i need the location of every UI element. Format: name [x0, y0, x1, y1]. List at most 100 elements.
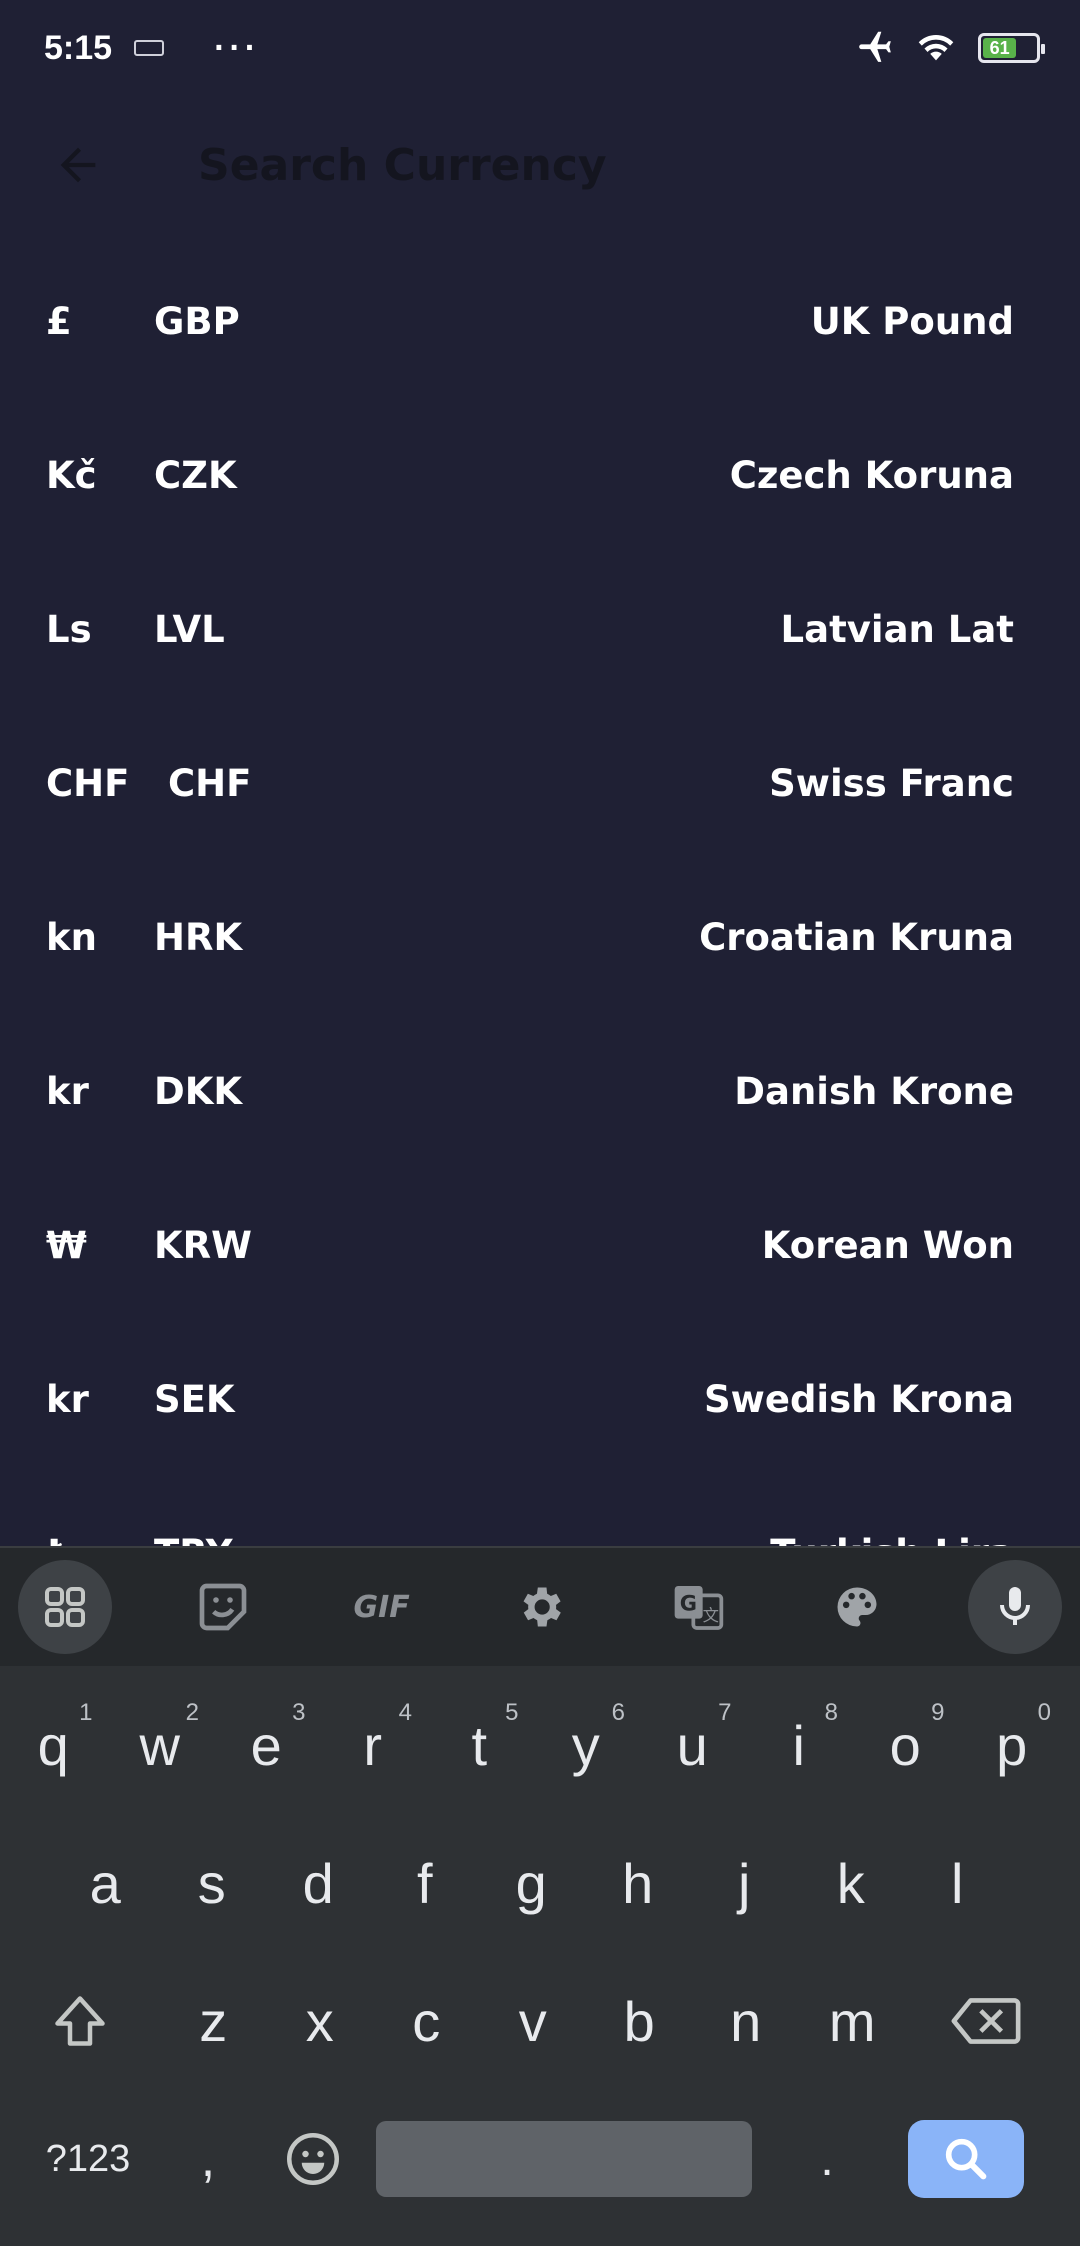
translate-icon: G 文: [674, 1586, 724, 1630]
key-label: e: [250, 1713, 282, 1777]
currency-name: Czech Koruna: [729, 453, 1014, 497]
currency-row-hrk[interactable]: kn HRK Croatian Kruna: [0, 860, 1080, 1014]
currency-row-lvl[interactable]: Ls LVL Latvian Lat: [0, 552, 1080, 706]
key-hint: 9: [931, 1699, 945, 1726]
currency-name: Croatian Kruna: [699, 915, 1014, 959]
gear-icon: [523, 1587, 561, 1627]
key-l[interactable]: l: [904, 1823, 1011, 1943]
key-hint: 7: [718, 1699, 732, 1726]
currency-symbol: kr: [46, 1069, 89, 1113]
currency-symbol: Kč: [46, 453, 97, 497]
key-label: u: [676, 1713, 708, 1777]
key-label: t: [471, 1713, 488, 1777]
currency-code: HRK: [154, 915, 243, 959]
comma-key[interactable]: ,: [158, 2129, 258, 2189]
key-v[interactable]: v: [480, 1961, 587, 2081]
microphone-icon: [999, 1587, 1030, 1625]
apps-button[interactable]: [18, 1560, 112, 1654]
keyboard-row-2: a s d f g h j k l: [0, 1814, 1080, 1952]
currency-name: UK Pound: [810, 299, 1014, 343]
key-hint: 1: [79, 1699, 93, 1726]
key-o[interactable]: o9: [852, 1685, 959, 1805]
key-x[interactable]: x: [267, 1961, 374, 2081]
key-t[interactable]: t5: [426, 1685, 533, 1805]
currency-row-dkk[interactable]: kr DKK Danish Krone: [0, 1014, 1080, 1168]
key-hint: 4: [398, 1699, 412, 1726]
key-b[interactable]: b: [586, 1961, 693, 2081]
currency-code: TRY: [154, 1532, 354, 1547]
key-d[interactable]: d: [265, 1823, 372, 1943]
currency-row-chf[interactable]: CHF CHF Swiss Franc: [0, 706, 1080, 860]
emoji-icon: [287, 2133, 339, 2185]
currency-list[interactable]: £ GBP UK Pound Kč CZK Czech Koruna Ls LV…: [0, 244, 1080, 1547]
currency-name: Turkish Lira: [770, 1532, 1014, 1547]
emoji-key[interactable]: [258, 2129, 368, 2189]
key-j[interactable]: j: [691, 1823, 798, 1943]
settings-button[interactable]: [493, 1560, 587, 1654]
space-key[interactable]: [376, 2121, 752, 2197]
airplane-mode-icon: [856, 27, 894, 69]
gif-button[interactable]: GIF: [335, 1560, 429, 1654]
key-c[interactable]: c: [373, 1961, 480, 2081]
backspace-key[interactable]: [906, 1961, 1066, 2081]
soft-keyboard: GIF G 文 q 1 w 2 e 3 r 4 t 5 y 6 u 7 i 8 …: [0, 1546, 1080, 2246]
voice-input-button[interactable]: [967, 1560, 1062, 1654]
key-label: o: [889, 1713, 921, 1777]
period-key[interactable]: .: [752, 2132, 902, 2187]
currency-symbol: £: [46, 299, 72, 343]
key-y[interactable]: y6: [533, 1685, 640, 1805]
key-r[interactable]: r4: [320, 1685, 427, 1805]
sticker-button[interactable]: [176, 1560, 270, 1654]
battery-icon: 61: [978, 33, 1045, 63]
currency-name: Swedish Krona: [704, 1377, 1014, 1421]
key-n[interactable]: n: [693, 1961, 800, 2081]
currency-symbol: ₩: [46, 1223, 87, 1267]
currency-symbol: CHF: [46, 761, 130, 805]
currency-row-try[interactable]: ₺ TRY Turkish Lira: [0, 1476, 1080, 1547]
currency-row-krw[interactable]: ₩ KRW Korean Won: [0, 1168, 1080, 1322]
arrow-left-icon: [60, 147, 96, 183]
currency-name: Latvian Lat: [780, 607, 1014, 651]
key-g[interactable]: g: [478, 1823, 585, 1943]
key-p[interactable]: p0: [959, 1685, 1066, 1805]
back-button[interactable]: [38, 125, 118, 205]
key-f[interactable]: f: [372, 1823, 479, 1943]
more-notifications-icon: ···: [214, 28, 261, 67]
key-u[interactable]: u7: [639, 1685, 746, 1805]
key-s[interactable]: s: [159, 1823, 266, 1943]
theme-button[interactable]: [810, 1560, 904, 1654]
key-label: q: [37, 1713, 69, 1777]
key-i[interactable]: i8: [746, 1685, 853, 1805]
currency-symbol: kn: [46, 915, 97, 959]
key-w[interactable]: w2: [107, 1685, 214, 1805]
app-bar: [0, 110, 1080, 220]
shift-key[interactable]: [0, 1961, 160, 2081]
currency-code: LVL: [154, 607, 225, 651]
key-hint: 8: [824, 1699, 838, 1726]
key-a[interactable]: a: [52, 1823, 159, 1943]
keyboard-bottom-row: ?123 , .: [0, 2090, 1080, 2228]
search-key[interactable]: [908, 2120, 1024, 2198]
gif-label: GIF: [353, 1589, 410, 1625]
currency-row-gbp[interactable]: £ GBP UK Pound: [0, 244, 1080, 398]
key-label: p: [996, 1713, 1028, 1777]
key-k[interactable]: k: [798, 1823, 905, 1943]
keyboard-row-1: q1 w2 e3 r4 t5 y6 u7 i8 o9 p0: [0, 1676, 1080, 1814]
key-q[interactable]: q1: [0, 1685, 107, 1805]
keyboard-row-3: z x c v b n m: [0, 1952, 1080, 2090]
svg-text:文: 文: [703, 1606, 719, 1625]
key-e[interactable]: e3: [213, 1685, 320, 1805]
search-input[interactable]: [198, 125, 958, 205]
key-m[interactable]: m: [799, 1961, 906, 2081]
wifi-icon: [914, 28, 958, 68]
svg-text:G: G: [680, 1592, 697, 1616]
symbols-key[interactable]: ?123: [18, 2138, 158, 2181]
currency-row-czk[interactable]: Kč CZK Czech Koruna: [0, 398, 1080, 552]
currency-row-sek[interactable]: kr SEK Swedish Krona: [0, 1322, 1080, 1476]
key-z[interactable]: z: [160, 1961, 267, 2081]
key-label: r: [363, 1713, 383, 1777]
key-h[interactable]: h: [585, 1823, 692, 1943]
status-time: 5:15: [44, 28, 113, 67]
translate-button[interactable]: G 文: [651, 1560, 745, 1654]
currency-code: CZK: [154, 453, 237, 497]
